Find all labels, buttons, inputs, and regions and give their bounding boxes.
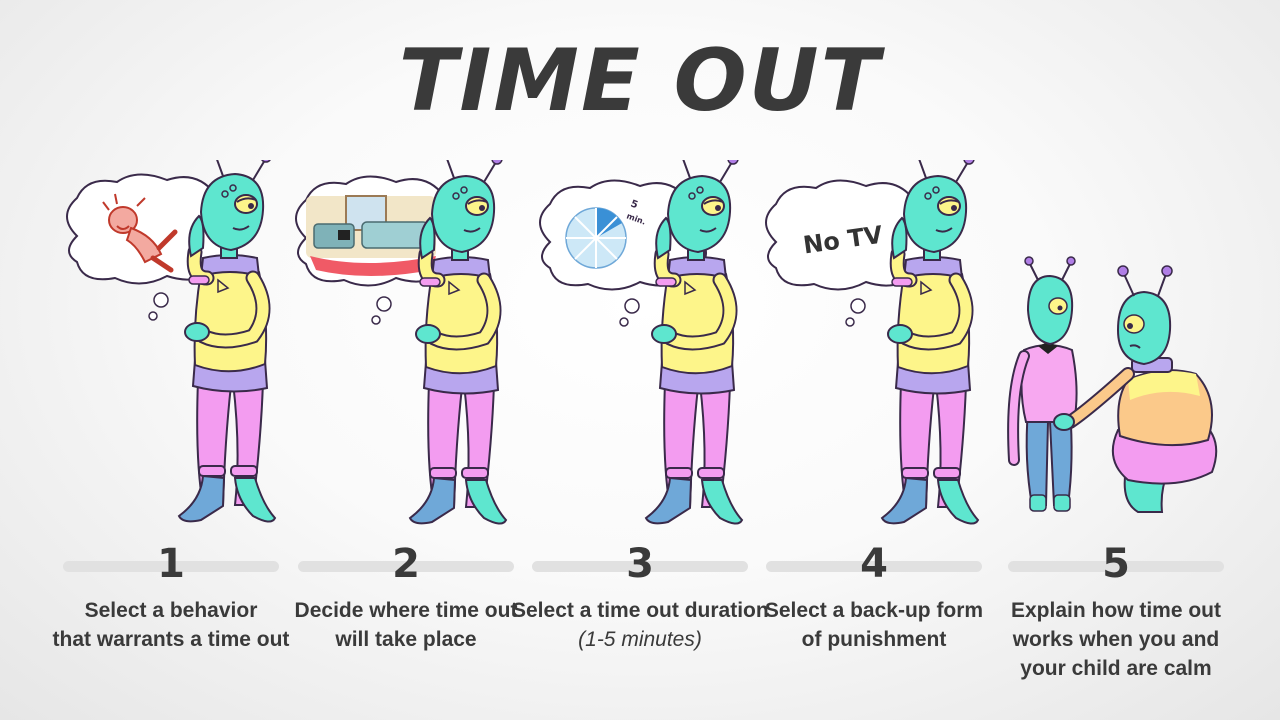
step-4: No TV 4 Select a back-up form of punishm… <box>746 0 1002 720</box>
step-number: 1 <box>157 541 185 587</box>
child-alien <box>1007 256 1078 512</box>
step-number: 2 <box>392 541 420 587</box>
step-caption: Explain how time out works when you and … <box>1010 599 1221 680</box>
step-3: 5 min. 3 Select a time out duration (1-5… <box>512 0 769 720</box>
step-1: 1 Select a behavior that warrants a time… <box>43 0 299 720</box>
step-5: 5 Explain how time out works when you an… <box>988 0 1244 720</box>
step-caption: Select a time out duration (1-5 minutes) <box>512 599 769 651</box>
step-2-illustration <box>295 160 534 530</box>
step-caption: Select a behavior that warrants a time o… <box>52 599 290 651</box>
step-4-illustration: No TV <box>765 160 1002 530</box>
step-number: 4 <box>860 541 888 587</box>
parent-alien-kneeling <box>1053 265 1218 513</box>
step-caption: Decide where time out will take place <box>294 599 518 651</box>
step-5-illustration <box>1007 256 1218 513</box>
step-caption: Select a back-up form of punishment <box>764 599 984 651</box>
step-number: 5 <box>1102 541 1130 587</box>
living-room-icon <box>306 195 436 276</box>
step-3-illustration: 5 min. <box>539 160 768 530</box>
step-1-illustration <box>66 160 299 530</box>
step-2: 2 Decide where time out will take place <box>278 0 534 720</box>
step-number: 3 <box>626 541 654 587</box>
